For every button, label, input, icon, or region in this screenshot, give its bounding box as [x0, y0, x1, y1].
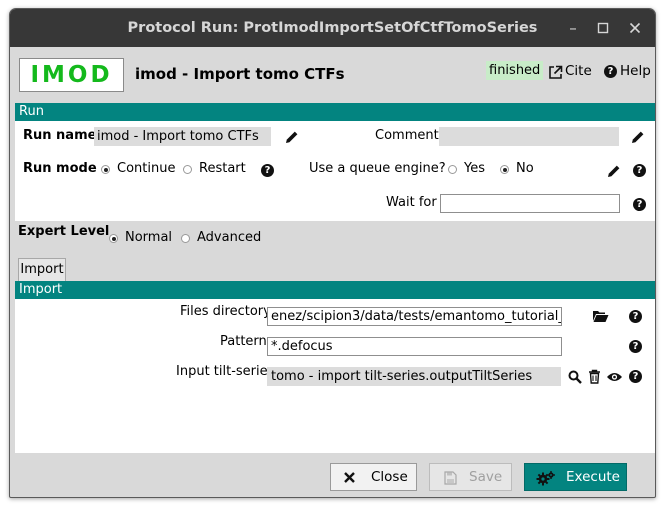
close-button[interactable]: Close: [330, 463, 417, 491]
close-window-button[interactable]: [624, 18, 646, 38]
run-mode-label: Run mode: [23, 161, 97, 176]
run-mode-continue-label: Continue: [117, 161, 176, 176]
radio-selected-icon: [101, 165, 110, 174]
queue-no-radio[interactable]: No: [500, 161, 540, 177]
close-label: Close: [371, 469, 408, 485]
imod-logo: IMOD: [19, 58, 124, 92]
radio-selected-icon: [109, 234, 118, 243]
window-title: Protocol Run: ProtImodImportSetOfCtfTomo…: [127, 20, 538, 36]
maximize-button[interactable]: [592, 18, 614, 38]
execute-label: Execute: [566, 469, 620, 485]
wait-for-label: Wait for: [386, 195, 437, 210]
help-icon[interactable]: ?: [629, 310, 642, 323]
maximize-icon: [597, 22, 609, 34]
wait-for-input[interactable]: [440, 194, 620, 213]
close-icon: [629, 22, 641, 34]
folder-open-icon[interactable]: [592, 309, 609, 323]
protocol-title: imod - Import tomo CTFs: [135, 65, 345, 83]
close-icon: [344, 472, 355, 483]
trash-icon[interactable]: [588, 369, 601, 384]
run-panel: Run name imod - Import tomo CTFs Comment…: [15, 121, 655, 221]
help-icon: ?: [604, 65, 617, 78]
expert-normal-radio[interactable]: Normal: [109, 230, 173, 246]
eye-icon[interactable]: [606, 371, 623, 383]
external-link-icon: [549, 65, 563, 79]
run-mode-restart-label: Restart: [199, 161, 246, 176]
run-mode-continue-radio[interactable]: Continue: [101, 161, 175, 177]
expert-normal-label: Normal: [125, 230, 173, 245]
protocol-window: Protocol Run: ProtImodImportSetOfCtfTomo…: [9, 8, 656, 498]
minimize-button[interactable]: –: [562, 18, 584, 38]
comment-field[interactable]: [439, 127, 619, 146]
queue-no-label: No: [516, 161, 534, 176]
run-mode-restart-radio[interactable]: Restart: [183, 161, 247, 177]
expert-advanced-radio[interactable]: Advanced: [181, 230, 261, 246]
help-icon[interactable]: ?: [633, 164, 646, 177]
run-section-header: Run: [15, 103, 655, 121]
gears-icon: [536, 471, 555, 486]
cite-label: Cite: [565, 63, 592, 79]
help-icon[interactable]: ?: [261, 164, 274, 177]
pencil-icon[interactable]: [607, 164, 621, 178]
pencil-icon[interactable]: [631, 130, 645, 144]
expert-advanced-label: Advanced: [197, 230, 262, 245]
import-section-header: Import: [15, 281, 655, 299]
input-tilt-series-field[interactable]: tomo - import tilt-series.outputTiltSeri…: [267, 367, 561, 386]
expert-level-label: Expert Level: [18, 224, 110, 239]
save-button[interactable]: Save: [429, 463, 512, 491]
pattern-input[interactable]: *.defocus: [267, 337, 562, 356]
help-label: Help: [620, 63, 651, 79]
comment-label: Comment: [375, 128, 439, 143]
status-badge: finished: [486, 61, 544, 80]
tab-import[interactable]: Import: [18, 258, 66, 281]
run-name-label: Run name: [23, 128, 97, 143]
save-label: Save: [469, 469, 503, 485]
pencil-icon[interactable]: [285, 130, 299, 144]
import-panel: Files directory enez/scipion3/data/tests…: [15, 299, 655, 453]
files-directory-label: Files directory: [180, 304, 271, 319]
run-name-field[interactable]: imod - Import tomo CTFs: [94, 127, 271, 146]
radio-unselected-icon: [181, 234, 190, 243]
title-bar: Protocol Run: ProtImodImportSetOfCtfTomo…: [10, 9, 655, 47]
help-icon[interactable]: ?: [633, 198, 646, 211]
save-icon: [444, 471, 457, 485]
radio-unselected-icon: [448, 165, 457, 174]
queue-label: Use a queue engine?: [309, 161, 446, 176]
execute-button[interactable]: Execute: [524, 463, 627, 491]
files-directory-input[interactable]: enez/scipion3/data/tests/emantomo_tutori…: [267, 307, 562, 326]
help-icon[interactable]: ?: [629, 340, 642, 353]
search-icon[interactable]: [568, 370, 582, 384]
input-tilt-series-label: Input tilt-series: [176, 364, 275, 379]
radio-unselected-icon: [183, 165, 192, 174]
queue-yes-radio[interactable]: Yes: [448, 161, 492, 177]
pattern-label: Pattern: [220, 334, 267, 349]
help-icon[interactable]: ?: [629, 370, 642, 383]
queue-yes-label: Yes: [464, 161, 485, 176]
radio-selected-icon: [500, 165, 509, 174]
